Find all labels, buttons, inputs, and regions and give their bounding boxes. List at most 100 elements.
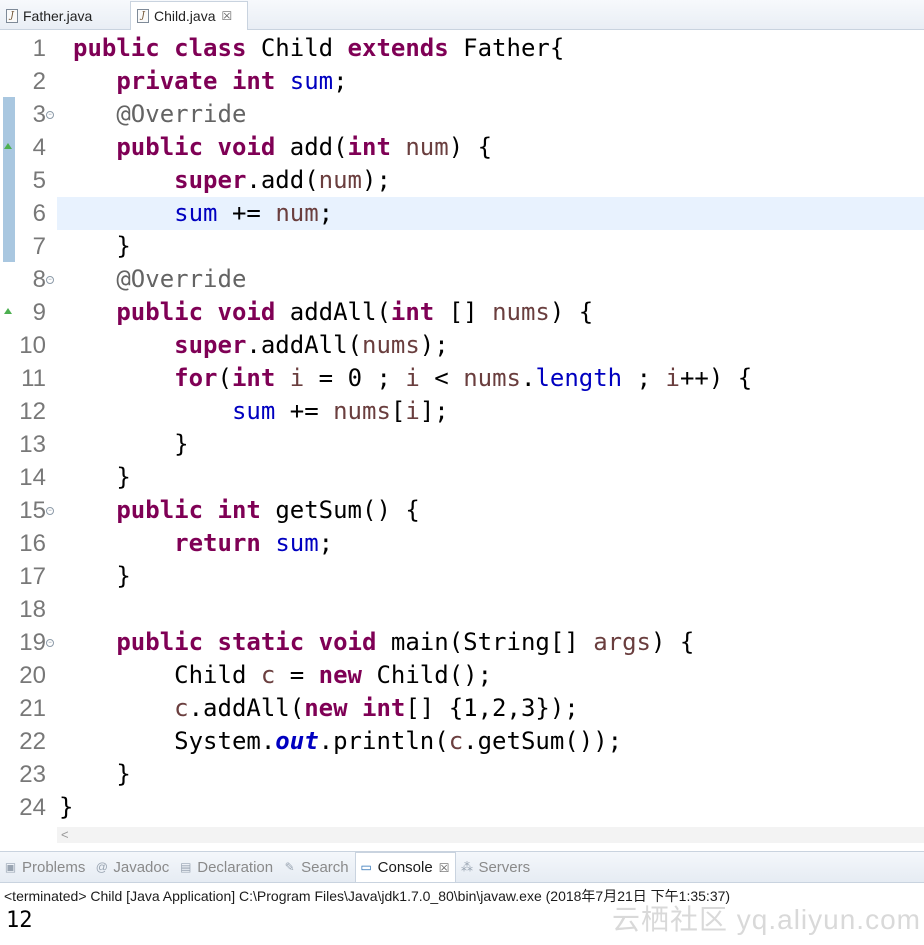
watermark: 云栖社区 yq.aliyun.com xyxy=(612,904,921,935)
code-line[interactable]: 17 } xyxy=(0,560,924,593)
code-token: = 0 ; xyxy=(304,364,406,392)
tab-label: Servers xyxy=(478,858,531,876)
code-token: public int xyxy=(116,496,276,524)
code-token: ); xyxy=(419,331,449,359)
servers-icon: ⁂ xyxy=(460,859,473,874)
code-line[interactable]: 9 public void addAll(int [] nums) { xyxy=(0,296,924,329)
code-token: super xyxy=(174,166,247,194)
code-line[interactable]: 12 sum += nums[i]; xyxy=(0,395,924,428)
code-line[interactable]: 8− @Override xyxy=(0,263,924,296)
code-text: System.out.println(c.getSum()); xyxy=(73,725,622,758)
code-line[interactable]: 16 return sum; xyxy=(0,527,924,560)
code-text: sum += nums[i]; xyxy=(73,395,449,428)
tab-problems[interactable]: ▣ Problems xyxy=(0,852,91,882)
code-line[interactable]: 11 for(int i = 0 ; i < nums.length ; i++… xyxy=(0,362,924,395)
code-text: public class Child extends Father{ xyxy=(73,32,564,65)
code-line[interactable]: 23 } xyxy=(0,758,924,791)
code-line[interactable]: 4 public void add(int num) { xyxy=(0,131,924,164)
code-token: ++) { xyxy=(679,364,753,392)
tab-declaration[interactable]: ▤ Declaration xyxy=(175,852,279,882)
code-token: length xyxy=(535,364,623,392)
code-line[interactable]: 14 } xyxy=(0,461,924,494)
close-icon[interactable]: ☒ xyxy=(221,9,232,23)
code-line[interactable]: 7 } xyxy=(0,230,924,263)
code-text: } xyxy=(73,428,188,461)
code-line[interactable]: 1 public class Child extends Father{ xyxy=(0,32,924,65)
line-number: 14 xyxy=(19,464,46,491)
code-token: public void xyxy=(116,298,290,326)
line-number: 23 xyxy=(19,761,46,788)
code-text: } xyxy=(73,758,130,791)
code-line[interactable]: 19− public static void main(String[] arg… xyxy=(0,626,924,659)
code-token: < xyxy=(419,364,464,392)
code-text: super.addAll(nums); xyxy=(73,329,449,362)
code-token: = xyxy=(275,661,319,689)
java-file-icon: J xyxy=(137,9,149,23)
editor-tab-bar: J Father.java J Child.java ☒ xyxy=(0,0,924,30)
line-number: 7 xyxy=(32,233,46,260)
tab-child-java[interactable]: J Child.java ☒ xyxy=(130,1,248,30)
tab-javadoc[interactable]: @ Javadoc xyxy=(91,852,175,882)
code-line[interactable]: 10 super.addAll(nums); xyxy=(0,329,924,362)
code-token: .addAll( xyxy=(246,331,362,359)
tab-servers[interactable]: ⁂ Servers xyxy=(456,852,536,882)
code-line[interactable]: 24} xyxy=(0,791,924,824)
code-token: } xyxy=(73,562,131,590)
tab-console[interactable]: ▭ Console ☒ xyxy=(354,852,457,882)
line-number: 16 xyxy=(19,530,46,557)
code-line[interactable]: 5 super.add(num); xyxy=(0,164,924,197)
close-icon[interactable]: ☒ xyxy=(439,861,450,875)
code-token: ( xyxy=(217,364,232,392)
code-line[interactable]: 13 } xyxy=(0,428,924,461)
code-line[interactable]: 20 Child c = new Child(); xyxy=(0,659,924,692)
fold-collapse-icon[interactable]: − xyxy=(46,639,54,647)
code-line[interactable]: 15− public int getSum() { xyxy=(0,494,924,527)
code-token: addAll( xyxy=(289,298,391,326)
code-text: Child c = new Child(); xyxy=(73,659,492,692)
code-line[interactable]: 3− @Override xyxy=(0,98,924,131)
code-text: public void addAll(int [] nums) { xyxy=(73,296,593,329)
code-line[interactable]: 2 private int sum; xyxy=(0,65,924,98)
code-token: int xyxy=(362,694,406,722)
code-token: Father{ xyxy=(463,34,565,62)
scroll-left-icon[interactable]: < xyxy=(61,827,69,842)
override-marker-icon[interactable] xyxy=(4,143,12,149)
code-token: main(String[] xyxy=(390,628,594,656)
code-text: private int sum; xyxy=(73,65,347,98)
tab-search[interactable]: ✎ Search xyxy=(279,852,355,882)
code-token: new xyxy=(318,661,377,689)
tab-father-java[interactable]: J Father.java xyxy=(0,1,128,30)
code-editor[interactable]: 1 public class Child extends Father{2 pri… xyxy=(0,30,924,843)
fold-collapse-icon[interactable]: − xyxy=(46,507,54,515)
fold-collapse-icon[interactable]: − xyxy=(46,276,54,284)
horizontal-scrollbar[interactable]: < xyxy=(57,827,924,843)
code-token: Child xyxy=(260,34,348,62)
code-line[interactable]: 22 System.out.println(c.getSum()); xyxy=(0,725,924,758)
code-text: public int getSum() { xyxy=(73,494,419,527)
code-text: c.addAll(new int[] {1,2,3}); xyxy=(73,692,579,725)
code-line[interactable]: 21 c.addAll(new int[] {1,2,3}); xyxy=(0,692,924,725)
line-number: 21 xyxy=(19,695,46,722)
override-marker-icon[interactable] xyxy=(4,308,12,314)
line-number: 4 xyxy=(32,134,46,161)
tab-label: Declaration xyxy=(197,858,274,876)
code-text: } xyxy=(73,461,130,494)
line-number: 10 xyxy=(19,332,46,359)
code-line[interactable]: 18 xyxy=(0,593,924,626)
code-token: sum xyxy=(174,199,218,227)
tab-label: Search xyxy=(301,858,349,876)
code-line[interactable]: 6 sum += num; xyxy=(0,197,924,230)
code-token: num xyxy=(318,166,363,194)
code-token: ) { xyxy=(448,133,493,161)
code-token: add( xyxy=(289,133,348,161)
line-number: 15 xyxy=(19,497,46,524)
code-token: . xyxy=(520,364,536,392)
fold-collapse-icon[interactable]: − xyxy=(46,111,54,119)
